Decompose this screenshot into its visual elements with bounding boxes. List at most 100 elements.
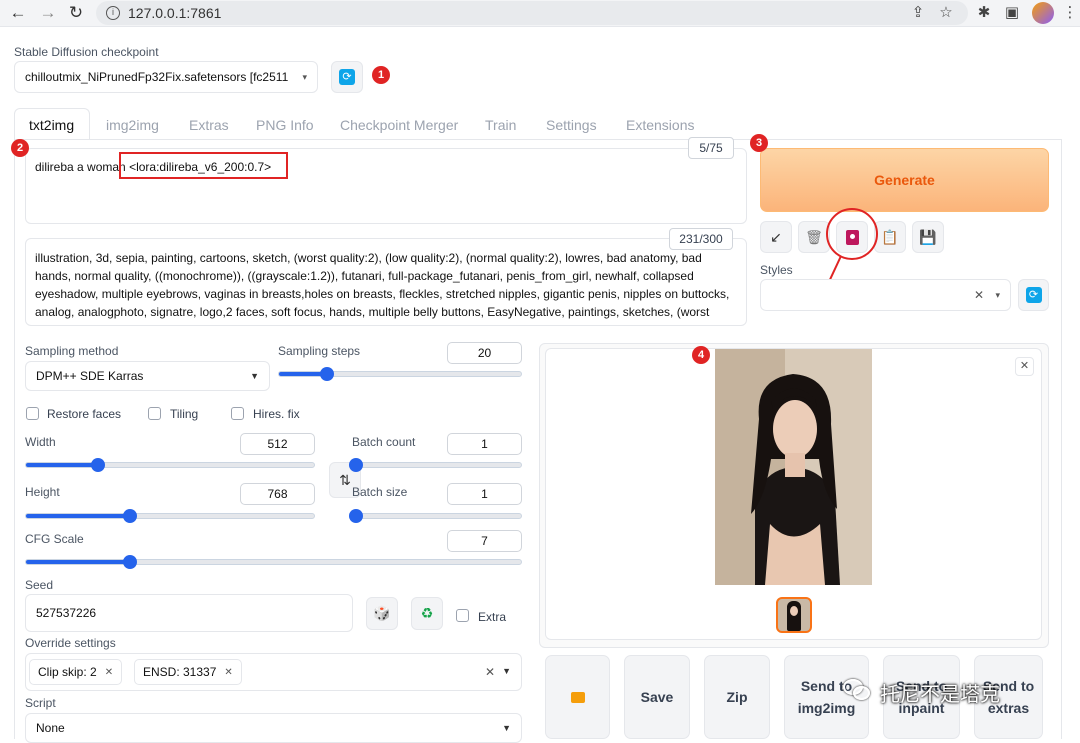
close-icon[interactable]: ✕ bbox=[224, 667, 232, 678]
cfg-scale-label: CFG Scale bbox=[25, 532, 84, 546]
sidepanel-icon[interactable]: ▣ bbox=[1002, 3, 1022, 23]
prompt-prefix: dilireba a woman bbox=[35, 160, 130, 174]
swap-icon: ⇅ bbox=[339, 471, 351, 488]
save-button[interactable]: Save bbox=[624, 655, 690, 739]
refresh-icon: ⟳ bbox=[339, 69, 355, 85]
zip-label: Zip bbox=[726, 689, 748, 705]
negative-token-counter: 231/300 bbox=[669, 228, 733, 250]
annotation-badge-4: 4 bbox=[692, 346, 710, 364]
clipboard-icon: 📋 bbox=[881, 228, 899, 245]
styles-refresh-button[interactable]: ⟳ bbox=[1018, 279, 1049, 311]
script-value: None bbox=[36, 721, 65, 735]
script-label: Script bbox=[25, 696, 56, 710]
batch-size-input[interactable]: 1 bbox=[447, 483, 522, 505]
batch-count-input[interactable]: 1 bbox=[447, 433, 522, 455]
seed-input[interactable]: 527537226 bbox=[25, 594, 353, 632]
tab-img2img[interactable]: img2img bbox=[106, 117, 159, 133]
clear-icon[interactable]: ✕ bbox=[974, 288, 984, 302]
sampling-method-value: DPM++ SDE Karras bbox=[36, 369, 144, 383]
sampling-steps-label: Sampling steps bbox=[278, 344, 361, 358]
back-icon[interactable]: ← bbox=[8, 3, 28, 23]
apply-style-button[interactable]: 📋 bbox=[874, 221, 906, 253]
width-slider[interactable] bbox=[25, 458, 315, 472]
chip-label: Clip skip: 2 bbox=[38, 665, 97, 679]
gallery-thumbnail[interactable] bbox=[776, 597, 812, 633]
refresh-icon: ⟳ bbox=[1025, 287, 1042, 303]
dice-icon: 🎲 bbox=[373, 605, 391, 621]
sampling-steps-slider[interactable] bbox=[278, 367, 522, 381]
tab-checkpoint-merger[interactable]: Checkpoint Merger bbox=[340, 117, 458, 133]
address-bar[interactable]: i 127.0.0.1:7861 ⇪ ☆ bbox=[96, 1, 968, 25]
sampling-method-select[interactable]: DPM++ SDE Karras ▼ bbox=[25, 361, 270, 391]
height-slider[interactable] bbox=[25, 509, 315, 523]
share-icon[interactable]: ⇪ bbox=[908, 3, 928, 23]
zip-button[interactable]: Zip bbox=[704, 655, 770, 739]
annotation-badge-3: 3 bbox=[750, 134, 768, 152]
forward-icon[interactable]: → bbox=[38, 3, 58, 23]
width-label: Width bbox=[25, 435, 56, 449]
close-icon[interactable]: ✕ bbox=[105, 667, 113, 678]
batch-count-slider[interactable] bbox=[349, 458, 522, 472]
extension-icon[interactable]: ✱ bbox=[974, 3, 994, 23]
arrow-icon: ↙ bbox=[770, 228, 782, 245]
extra-seed-checkbox[interactable] bbox=[456, 609, 469, 622]
generated-image[interactable] bbox=[715, 349, 872, 585]
restore-faces-checkbox[interactable] bbox=[26, 407, 39, 420]
profile-icon[interactable] bbox=[1032, 2, 1054, 24]
sampling-steps-input[interactable]: 20 bbox=[447, 342, 522, 364]
negative-prompt-textarea[interactable]: illustration, 3d, sepia, painting, carto… bbox=[25, 238, 747, 326]
cfg-scale-input[interactable]: 7 bbox=[447, 530, 522, 552]
save-icon: 💾 bbox=[919, 228, 937, 245]
styles-select[interactable]: ✕ ▾ bbox=[760, 279, 1011, 311]
hires-fix-label: Hires. fix bbox=[253, 407, 300, 421]
tab-png-info[interactable]: PNG Info bbox=[256, 117, 314, 133]
tab-extensions[interactable]: Extensions bbox=[626, 117, 694, 133]
seed-value: 527537226 bbox=[36, 606, 97, 620]
chevron-down-icon: ▾ bbox=[302, 71, 307, 82]
cfg-scale-slider[interactable] bbox=[25, 555, 522, 569]
height-input[interactable]: 768 bbox=[240, 483, 315, 505]
tab-extras[interactable]: Extras bbox=[189, 117, 229, 133]
chevron-down-icon: ▼ bbox=[502, 666, 511, 676]
batch-size-slider[interactable] bbox=[349, 509, 522, 523]
tab-txt2img[interactable]: txt2img bbox=[14, 108, 90, 140]
chevron-down-icon: ▼ bbox=[250, 371, 259, 381]
tab-settings[interactable]: Settings bbox=[546, 117, 597, 133]
batch-size-label: Batch size bbox=[352, 485, 408, 499]
batch-count-label: Batch count bbox=[352, 435, 416, 449]
read-params-button[interactable]: ↙ bbox=[760, 221, 792, 253]
annotation-circle bbox=[826, 208, 878, 260]
checkpoint-refresh-button[interactable]: ⟳ bbox=[331, 61, 363, 93]
generate-label: Generate bbox=[874, 172, 935, 188]
tab-bar bbox=[14, 108, 1062, 109]
open-folder-button[interactable] bbox=[545, 655, 610, 739]
tab-label: txt2img bbox=[29, 117, 75, 133]
info-icon[interactable]: i bbox=[106, 6, 120, 20]
annotation-badge-2: 2 bbox=[11, 139, 29, 157]
hires-fix-checkbox[interactable] bbox=[231, 407, 244, 420]
generate-button[interactable]: Generate bbox=[760, 148, 1049, 212]
checkpoint-select[interactable]: chilloutmix_NiPrunedFp32Fix.safetensors … bbox=[14, 61, 318, 93]
width-input[interactable]: 512 bbox=[240, 433, 315, 455]
slider-thumb[interactable] bbox=[91, 458, 105, 472]
close-icon[interactable]: ✕ bbox=[1015, 357, 1034, 376]
watermark-text: 托尼不是塔克 bbox=[880, 684, 1000, 706]
styles-label: Styles bbox=[760, 263, 793, 277]
random-seed-button[interactable]: 🎲 bbox=[366, 597, 398, 630]
clear-icon[interactable]: ✕ bbox=[485, 665, 495, 679]
slider-thumb[interactable] bbox=[122, 555, 137, 569]
slider-thumb[interactable] bbox=[122, 509, 137, 523]
tiling-checkbox[interactable] bbox=[148, 407, 161, 420]
chevron-down-icon: ▼ bbox=[502, 723, 511, 733]
menu-icon[interactable]: ⋮ bbox=[1060, 3, 1080, 23]
extra-seed-label: Extra bbox=[478, 610, 507, 624]
reuse-seed-button[interactable]: ♻ bbox=[411, 597, 443, 630]
tiling-label: Tiling bbox=[170, 407, 199, 421]
negative-prompt-text: illustration, 3d, sepia, painting, carto… bbox=[35, 251, 730, 319]
star-icon[interactable]: ☆ bbox=[936, 3, 956, 23]
reload-icon[interactable]: ↻ bbox=[66, 3, 86, 23]
tab-train[interactable]: Train bbox=[485, 117, 516, 133]
browser-toolbar: ← → ↻ i 127.0.0.1:7861 ⇪ ☆ ✱ ▣ ⋮ bbox=[0, 0, 1080, 27]
save-style-button[interactable]: 💾 bbox=[912, 221, 944, 253]
chevron-down-icon: ▾ bbox=[995, 289, 1000, 300]
